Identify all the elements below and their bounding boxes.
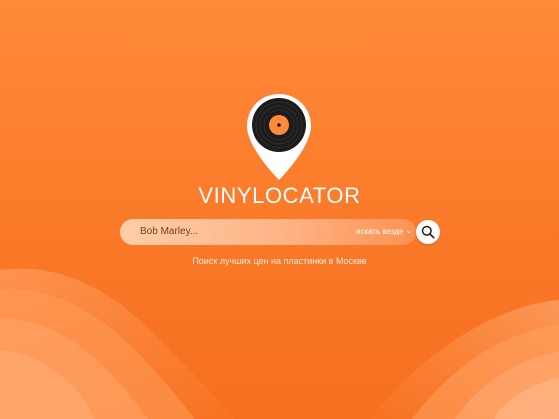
background-waves — [0, 268, 559, 419]
search-icon — [421, 225, 435, 239]
chevron-down-icon: ⌄ — [405, 226, 413, 235]
landing-page: VINYLOCATOR Bob Marley... искать везде ⌄ … — [0, 0, 559, 419]
search-input[interactable]: Bob Marley... — [140, 219, 340, 245]
brand-title: VINYLOCATOR — [198, 183, 361, 208]
tagline: Поиск лучших цен на пластинки в Москве — [192, 256, 367, 266]
search-button[interactable] — [416, 220, 440, 244]
search-field[interactable]: Bob Marley... искать везде ⌄ — [120, 219, 416, 245]
search-bar: Bob Marley... искать везде ⌄ — [120, 219, 440, 245]
vinyl-pin-logo — [247, 94, 311, 180]
search-scope-dropdown[interactable]: искать везде ⌄ — [356, 219, 412, 245]
search-scope-label: искать везде — [356, 227, 404, 236]
